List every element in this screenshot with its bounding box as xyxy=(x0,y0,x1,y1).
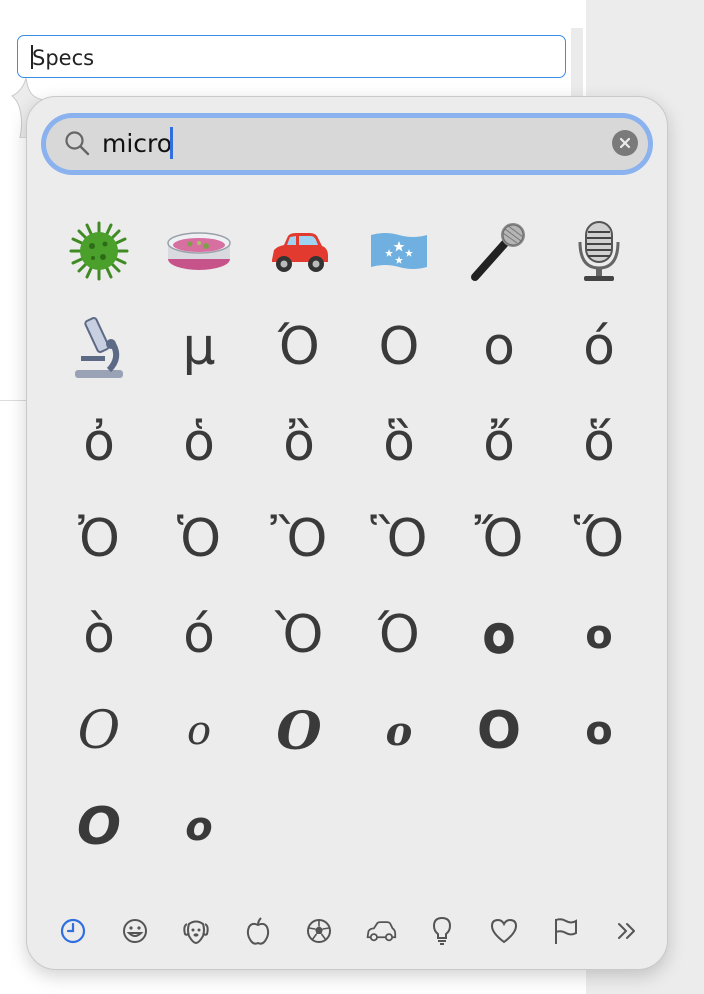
heart-icon xyxy=(490,918,517,944)
result-glyph[interactable]: Ό xyxy=(249,299,349,395)
close-icon xyxy=(619,137,631,149)
search-icon xyxy=(64,130,90,160)
microscope-emoji[interactable] xyxy=(49,299,149,395)
petri-dish-emoji[interactable] xyxy=(149,203,249,299)
tab-recent[interactable] xyxy=(57,915,89,947)
result-glyph[interactable]: ὂ xyxy=(249,395,349,491)
result-glyph[interactable]: Ὁ xyxy=(149,491,249,587)
result-glyph[interactable]: ὃ xyxy=(349,395,449,491)
smiley-icon xyxy=(122,919,147,943)
result-glyph[interactable]: ὁ xyxy=(149,395,249,491)
apple-icon xyxy=(246,917,269,945)
car-icon xyxy=(366,921,396,942)
result-glyph[interactable]: Ὂ xyxy=(249,491,349,587)
category-tab-bar xyxy=(57,913,643,949)
search-caret xyxy=(170,127,173,159)
tab-activity[interactable] xyxy=(303,915,335,947)
result-glyph[interactable]: 𝗼 xyxy=(549,683,649,779)
tab-symbols[interactable] xyxy=(488,915,520,947)
more-chevron-icon xyxy=(617,923,635,939)
dog-icon xyxy=(183,920,209,945)
result-glyph[interactable]: Ὃ xyxy=(349,491,449,587)
result-glyph[interactable]: Ὅ xyxy=(549,491,649,587)
result-glyph[interactable]: ό xyxy=(549,299,649,395)
result-glyph[interactable]: ὄ xyxy=(449,395,549,491)
search-query: micro xyxy=(102,129,173,158)
result-glyph[interactable]: 𝑂 xyxy=(49,683,149,779)
soccer-ball-icon xyxy=(307,919,332,943)
tab-objects[interactable] xyxy=(426,915,458,947)
text-field-value: Specs xyxy=(32,46,95,70)
result-glyph[interactable]: ό xyxy=(149,587,249,683)
result-glyph[interactable]: μ xyxy=(149,299,249,395)
clear-search-button[interactable] xyxy=(612,130,638,156)
specs-text-field[interactable]: Specs xyxy=(17,35,566,78)
result-glyph[interactable]: Ὄ xyxy=(449,491,549,587)
result-glyph[interactable]: 𝗢 xyxy=(449,683,549,779)
tab-travel[interactable] xyxy=(365,915,397,947)
result-glyph[interactable]: Ο xyxy=(349,299,449,395)
tab-food[interactable] xyxy=(242,915,274,947)
character-viewer-popover: micro μ Ό Ο ο ό ὀ ὁ ὂ ὃ ὄ ὅ Ὀ Ὁ Ὂ Ὃ Ὄ Ὅ … xyxy=(26,96,668,970)
result-glyph[interactable]: 𝙤 xyxy=(149,779,249,875)
result-glyph[interactable]: 𝒐 xyxy=(349,683,449,779)
result-glyph[interactable]: ὸ xyxy=(49,587,149,683)
result-glyph[interactable]: 𝑶 xyxy=(249,683,349,779)
tab-flags[interactable] xyxy=(549,915,581,947)
tab-more[interactable] xyxy=(611,915,643,947)
tab-smileys[interactable] xyxy=(119,915,151,947)
result-glyph[interactable]: Ό xyxy=(349,587,449,683)
result-glyph[interactable]: Ὸ xyxy=(249,587,349,683)
result-glyph[interactable]: 𝛐 xyxy=(449,587,549,683)
studio-microphone-emoji[interactable] xyxy=(549,203,649,299)
search-field[interactable]: micro xyxy=(46,118,648,170)
tab-animals[interactable] xyxy=(180,915,212,947)
microphone-emoji[interactable] xyxy=(449,203,549,299)
results-grid: μ Ό Ο ο ό ὀ ὁ ὂ ὃ ὄ ὅ Ὀ Ὁ Ὂ Ὃ Ὄ Ὅ ὸ ό Ὸ … xyxy=(49,203,649,875)
result-glyph[interactable]: Ὀ xyxy=(49,491,149,587)
result-glyph[interactable]: ὀ xyxy=(49,395,149,491)
result-glyph[interactable]: ο xyxy=(549,587,649,683)
flag-micronesia-emoji[interactable] xyxy=(349,203,449,299)
flag-icon xyxy=(555,918,578,944)
search-focus-ring: micro xyxy=(41,113,653,175)
result-glyph[interactable]: ὅ xyxy=(549,395,649,491)
result-glyph[interactable]: 𝙊 xyxy=(49,779,149,875)
microbe-emoji[interactable] xyxy=(49,203,149,299)
automobile-emoji[interactable] xyxy=(249,203,349,299)
result-glyph[interactable]: ο xyxy=(449,299,549,395)
lightbulb-icon xyxy=(433,916,452,945)
clock-icon xyxy=(60,918,86,944)
result-glyph[interactable]: 𝑜 xyxy=(149,683,249,779)
